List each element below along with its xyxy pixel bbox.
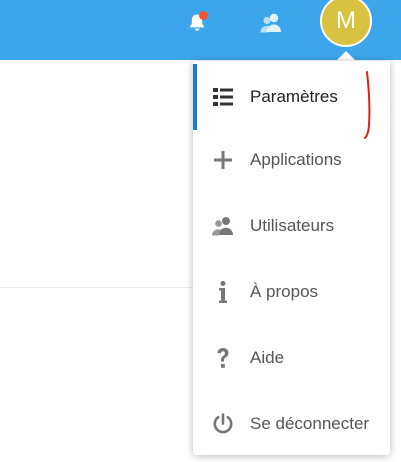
menu-item-label: À propos	[250, 282, 319, 301]
plus-icon	[211, 148, 235, 172]
contacts-icon	[260, 13, 281, 33]
menu-item-label: Paramètres	[250, 87, 338, 106]
contacts-button[interactable]	[257, 9, 285, 37]
info-icon	[211, 280, 235, 304]
power-icon	[211, 412, 235, 436]
content-divider	[0, 287, 193, 288]
menu-item-users[interactable]: Utilisateurs	[193, 193, 390, 259]
settings-list-icon	[211, 85, 235, 109]
notification-badge	[199, 11, 208, 20]
menu-item-label: Aide	[250, 348, 285, 367]
user-avatar[interactable]: M	[320, 0, 372, 47]
menu-item-about[interactable]: À propos	[193, 259, 390, 325]
red-annotation-mark	[364, 71, 371, 139]
question-icon	[211, 346, 235, 370]
menu-item-help[interactable]: Aide	[193, 325, 390, 391]
active-indicator	[193, 64, 197, 130]
users-icon	[211, 214, 235, 238]
menu-item-label: Utilisateurs	[250, 216, 335, 235]
menu-item-label: Se déconnecter	[250, 414, 370, 433]
menu-item-logout[interactable]: Se déconnecter	[193, 391, 390, 457]
menu-item-label: Applications	[250, 150, 342, 169]
